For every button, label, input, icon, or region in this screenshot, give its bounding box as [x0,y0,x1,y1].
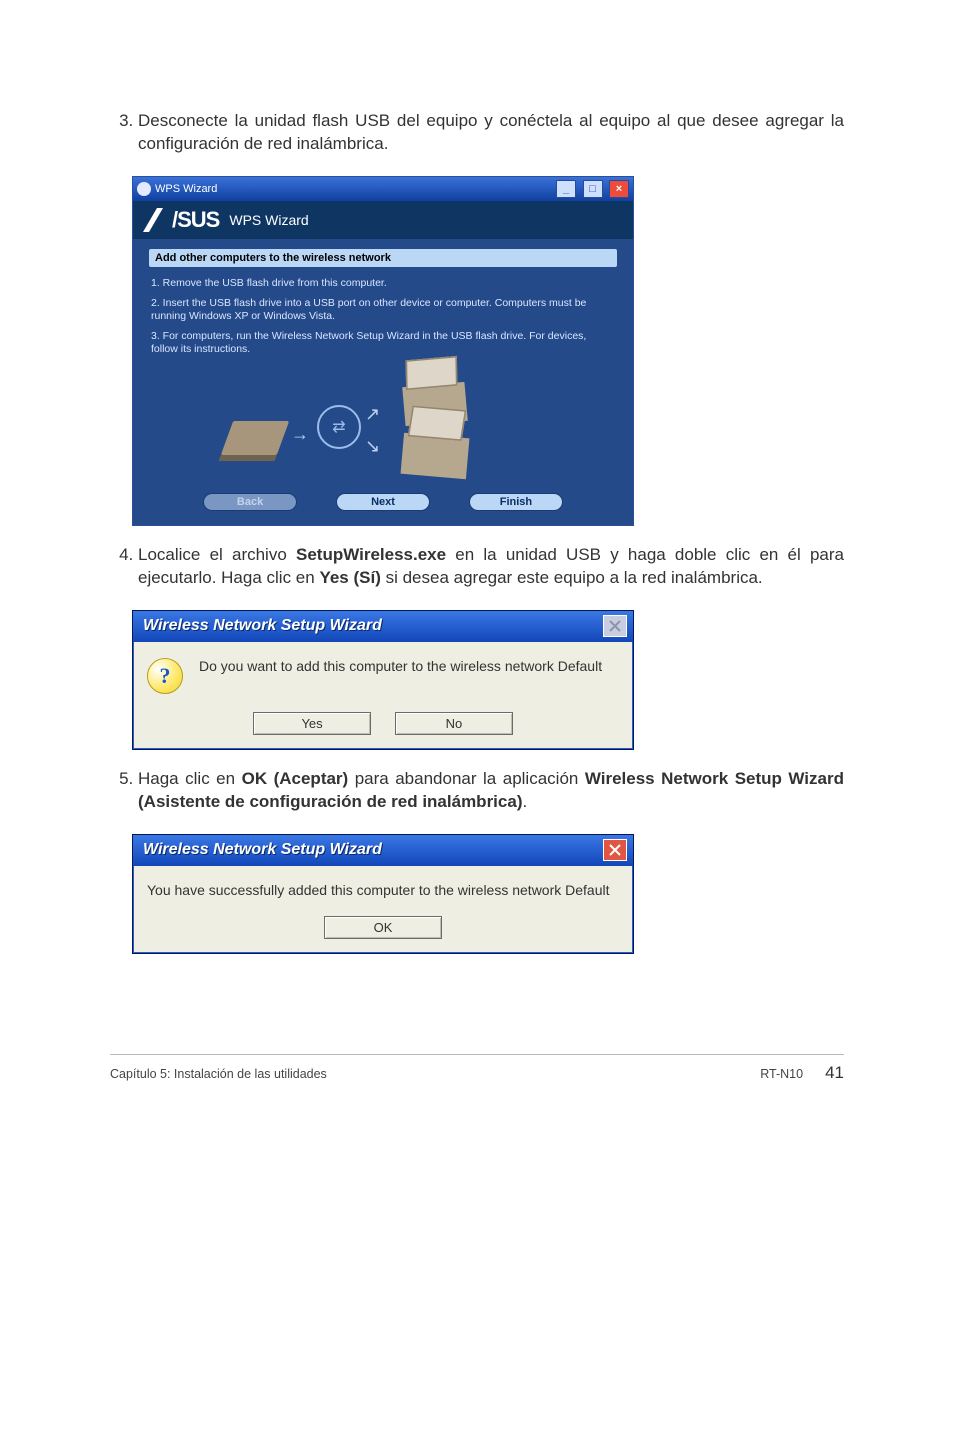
instruction-list: Desconecte la unidad flash USB del equip… [110,110,844,156]
arrow-icon: → [291,424,309,445]
brand-text: /SUS [172,207,219,233]
success-dialog: Wireless Network Setup Wizard You have s… [132,834,634,954]
dialog-titlebar: Wireless Network Setup Wizard [133,611,633,642]
step-4: Localice el archivo SetupWireless.exe en… [138,544,844,590]
maximize-button[interactable]: □ [583,180,603,198]
window-titlebar: WPS Wizard _ □ × [133,177,633,201]
close-button[interactable]: × [609,180,629,198]
ok-button[interactable]: OK [324,916,442,939]
wps-button-row: Back Next Finish [147,485,619,511]
dialog-title: Wireless Network Setup Wizard [143,841,382,859]
dialog-text: Do you want to add this computer to the … [199,658,602,674]
wps-graphic: → ⇄ ↘ ↗ [147,367,619,477]
no-button[interactable]: No [395,712,513,735]
asus-logo: /SUS [143,207,219,233]
footer-separator [110,1054,844,1055]
router-icon [221,421,289,455]
finish-button[interactable]: Finish [469,493,563,511]
wps-instruction-2: 2. Insert the USB flash drive into a USB… [151,297,615,324]
wps-header: /SUS WPS Wizard [133,201,633,239]
wps-subtitle: Add other computers to the wireless netw… [149,249,617,267]
wps-instruction-1: 1. Remove the USB flash drive from this … [151,277,615,291]
yes-button[interactable]: Yes [253,712,371,735]
next-button[interactable]: Next [336,493,430,511]
dialog-titlebar: Wireless Network Setup Wizard [133,835,633,866]
wps-wizard-window: WPS Wizard _ □ × /SUS WPS Wizard Add oth… [132,176,634,526]
close-icon[interactable] [603,615,627,637]
wps-body: Add other computers to the wireless netw… [133,239,633,525]
dialog-title: Wireless Network Setup Wizard [143,617,382,635]
instruction-list: Haga clic en OK (Aceptar) para abandonar… [110,768,844,814]
arrow-icon: ↗ [365,404,380,425]
instruction-list: Localice el archivo SetupWireless.exe en… [110,544,844,590]
step-5: Haga clic en OK (Aceptar) para abandonar… [138,768,844,814]
wps-instruction-3: 3. For computers, run the Wireless Netwo… [151,330,615,357]
window-controls: _ □ × [554,179,629,198]
page-number: 41 [825,1063,844,1083]
back-button[interactable]: Back [203,493,297,511]
laptop-icon [401,433,470,480]
page-footer: Capítulo 5: Instalación de las utilidade… [110,1063,844,1095]
close-icon[interactable] [603,839,627,861]
dialog-text: You have successfully added this compute… [147,882,619,898]
app-icon [137,182,151,196]
usb-icon: ⇄ [317,405,361,449]
arrow-icon: ↘ [365,436,380,457]
chapter-label: Capítulo 5: Instalación de las utilidade… [110,1067,327,1081]
step-3: Desconecte la unidad flash USB del equip… [138,110,844,156]
question-icon: ? [147,658,183,694]
confirm-dialog: Wireless Network Setup Wizard ? Do you w… [132,610,634,750]
logo-slash-icon [143,208,169,232]
window-title: WPS Wizard [155,183,217,195]
document-page: Desconecte la unidad flash USB del equip… [0,0,954,1125]
minimize-button[interactable]: _ [556,180,576,198]
wps-header-title: WPS Wizard [229,212,308,228]
model-label: RT-N10 [760,1067,803,1081]
